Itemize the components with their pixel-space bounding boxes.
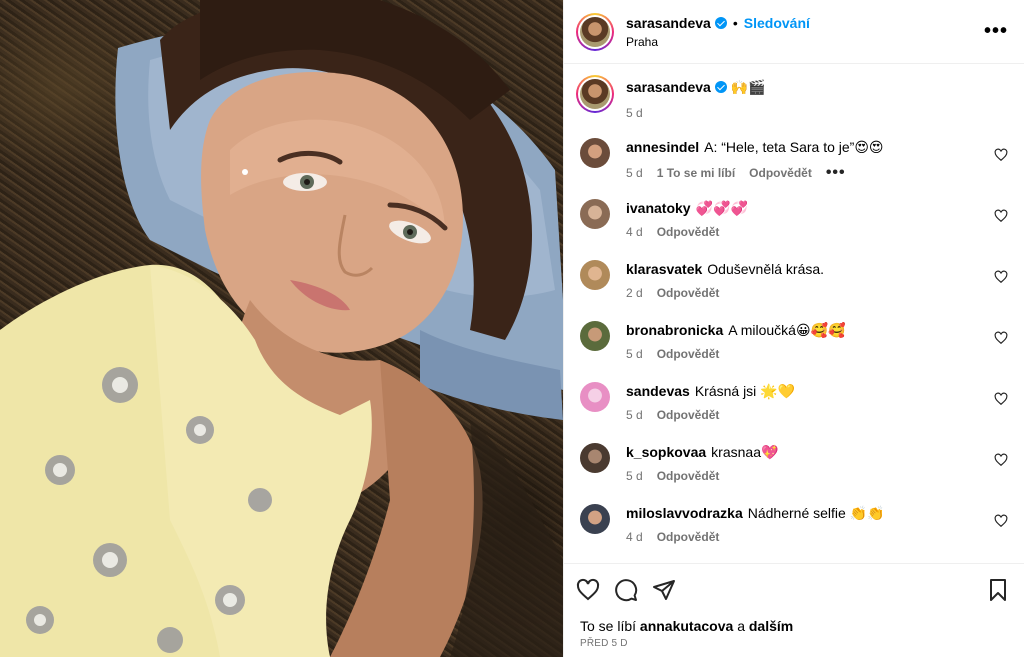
- likes-others-link[interactable]: dalším: [749, 618, 793, 634]
- comment-text: Oduševnělá krása.: [707, 261, 825, 277]
- like-comment-heart-icon[interactable]: [994, 514, 1008, 528]
- comment-text: A: “Hele, teta Sara to je”😍😍: [704, 139, 884, 155]
- comment: miloslavvodrazka Nádherné selfie 👏👏 4 d …: [564, 504, 1024, 544]
- verified-badge-icon: [714, 16, 727, 29]
- liked-by-username[interactable]: annakutacova: [640, 618, 733, 634]
- comment-bubble-icon[interactable]: [614, 578, 640, 604]
- comment-text: Krásná jsi 🌟💛: [694, 383, 796, 399]
- likes-summary: To se líbí annakutacova a dalším: [564, 608, 1024, 634]
- comment-username[interactable]: klarasvatek: [626, 260, 702, 278]
- comment-username[interactable]: k_sopkovaa: [626, 443, 706, 461]
- comment-text: A miloučká😀🥰🥰: [728, 322, 846, 338]
- commenter-avatar[interactable]: [580, 504, 610, 534]
- comments-list[interactable]: sarasandeva 🙌🎬 5 d annesindel A: “Hele, …: [564, 65, 1024, 563]
- reply-button[interactable]: Odpovědět: [657, 225, 720, 239]
- commenter-avatar[interactable]: [580, 138, 610, 168]
- caption-age: 5 d: [626, 106, 643, 120]
- commenter-avatar[interactable]: [580, 260, 610, 290]
- like-comment-heart-icon[interactable]: [994, 148, 1008, 162]
- commenter-avatar[interactable]: [580, 443, 610, 473]
- share-paper-plane-icon[interactable]: [652, 578, 678, 604]
- comment-username[interactable]: sandevas: [626, 382, 690, 400]
- caption-avatar[interactable]: [576, 75, 614, 113]
- comment: sandevas Krásná jsi 🌟💛 5 d Odpovědět: [564, 382, 1024, 422]
- comment-age: 5 d: [626, 408, 643, 422]
- selfie-illustration: [0, 0, 563, 657]
- more-options-icon[interactable]: •••: [984, 20, 1008, 43]
- post-caption: sarasandeva 🙌🎬 5 d: [564, 65, 1024, 135]
- post-header: sarasandeva • Sledování Praha •••: [564, 0, 1024, 64]
- caption-username[interactable]: sarasandeva: [626, 78, 711, 96]
- like-comment-heart-icon[interactable]: [994, 209, 1008, 223]
- reply-button[interactable]: Odpovědět: [657, 408, 720, 422]
- like-comment-heart-icon[interactable]: [994, 392, 1008, 406]
- comment: klarasvatek Oduševnělá krása. 2 d Odpově…: [564, 260, 1024, 300]
- caption-text: 🙌🎬: [730, 79, 766, 95]
- author-avatar[interactable]: [576, 12, 614, 51]
- comment-age: 5 d: [626, 347, 643, 361]
- comment-age: 4 d: [626, 225, 643, 239]
- commenter-avatar[interactable]: [580, 382, 610, 412]
- likes-conjunction: a: [737, 618, 745, 634]
- comment-username[interactable]: ivanatoky: [626, 199, 691, 217]
- commenter-avatar[interactable]: [580, 199, 610, 229]
- comment-text: krasnaa💖: [711, 444, 779, 460]
- comment: ivanatoky 💞💞💞 4 d Odpovědět: [564, 199, 1024, 239]
- post-date: PŘED 5 D: [580, 638, 628, 649]
- comment: annesindel A: “Hele, teta Sara to je”😍😍 …: [564, 138, 1024, 182]
- comment-more-icon[interactable]: •••: [826, 164, 846, 182]
- post-location[interactable]: Praha: [626, 35, 984, 49]
- comment-text: 💞💞💞: [695, 200, 748, 216]
- verified-badge-icon: [714, 81, 727, 93]
- comment-age: 2 d: [626, 286, 643, 300]
- header-separator: •: [732, 14, 738, 31]
- comment: k_sopkovaa krasnaa💖 5 d Odpovědět: [564, 443, 1024, 483]
- like-comment-heart-icon[interactable]: [994, 331, 1008, 345]
- comment-likes-count[interactable]: 1 To se mi líbí: [657, 166, 735, 180]
- comment-username[interactable]: bronabronicka: [626, 321, 723, 339]
- comment-age: 5 d: [626, 166, 643, 180]
- comment-age: 5 d: [626, 469, 643, 483]
- post: sarasandeva • Sledování Praha ••• sarasa…: [0, 0, 1024, 657]
- following-button[interactable]: Sledování: [744, 15, 810, 31]
- comment-text: Nádherné selfie 👏👏: [747, 505, 885, 521]
- commenter-avatar[interactable]: [580, 321, 610, 351]
- reply-button[interactable]: Odpovědět: [657, 469, 720, 483]
- reply-button[interactable]: Odpovědět: [657, 286, 720, 300]
- comment-username[interactable]: miloslavvodrazka: [626, 504, 743, 522]
- author-username[interactable]: sarasandeva: [626, 15, 711, 31]
- reply-button[interactable]: Odpovědět: [657, 530, 720, 544]
- comment-username[interactable]: annesindel: [626, 138, 699, 156]
- like-heart-icon[interactable]: [576, 578, 602, 604]
- post-side-panel: sarasandeva • Sledování Praha ••• sarasa…: [563, 0, 1024, 657]
- action-bar: [564, 564, 1024, 608]
- like-comment-heart-icon[interactable]: [994, 270, 1008, 284]
- comment-age: 4 d: [626, 530, 643, 544]
- post-photo[interactable]: [0, 0, 563, 657]
- likes-prefix: To se líbí: [580, 618, 637, 634]
- comment: bronabronicka A miloučká😀🥰🥰 5 d Odpovědě…: [564, 321, 1024, 361]
- reply-button[interactable]: Odpovědět: [657, 347, 720, 361]
- post-actions-section: To se líbí annakutacova a dalším PŘED 5 …: [564, 563, 1024, 657]
- reply-button[interactable]: Odpovědět: [749, 166, 812, 180]
- bookmark-icon[interactable]: [986, 578, 1012, 604]
- like-comment-heart-icon[interactable]: [994, 453, 1008, 467]
